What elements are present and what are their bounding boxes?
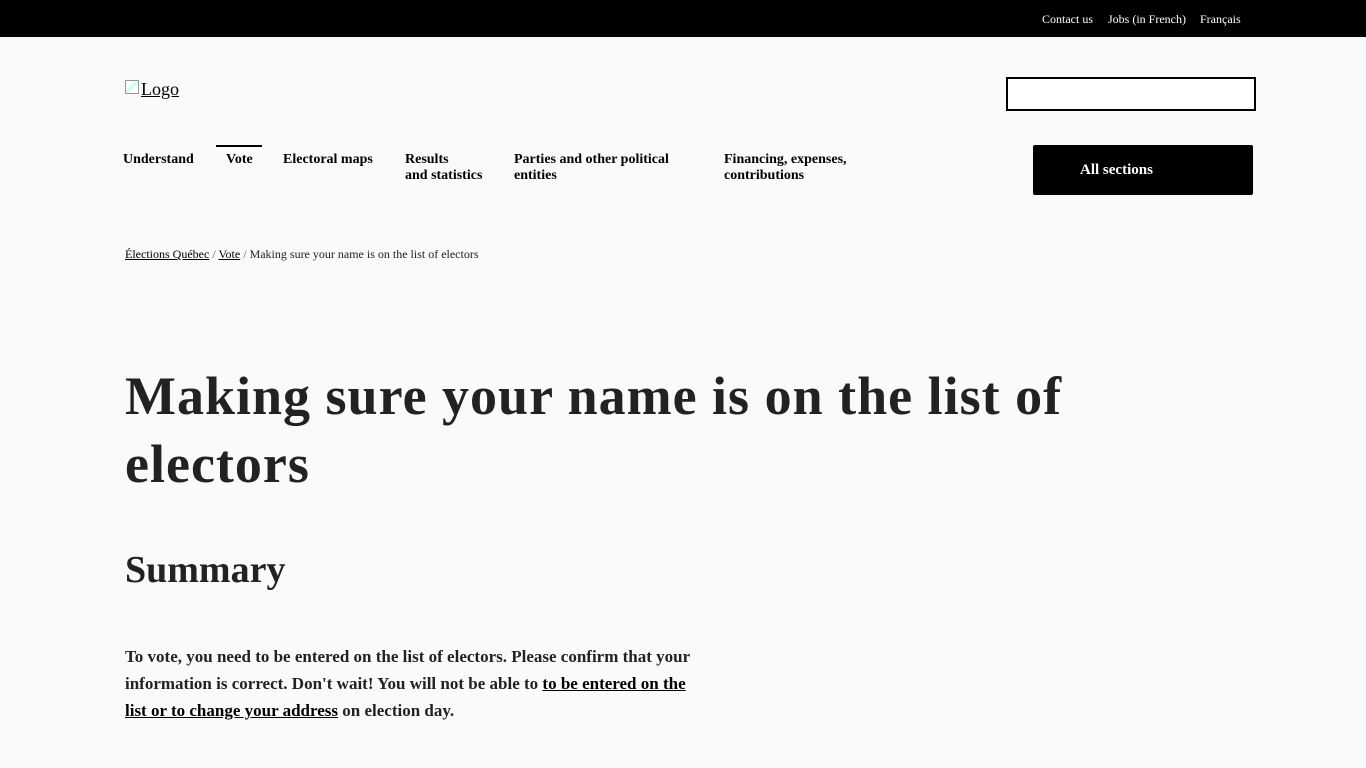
- breadcrumb-separator: /: [240, 247, 250, 261]
- breadcrumb: Élections Québec / Vote / Making sure yo…: [125, 247, 479, 262]
- all-sections-button[interactable]: All sections: [1033, 145, 1253, 195]
- nav-item-label: Parties and other political: [514, 152, 669, 167]
- site-logo-link[interactable]: Logo: [125, 79, 179, 100]
- search-input[interactable]: [1006, 77, 1256, 111]
- nav-item-label: Electoral maps: [283, 152, 373, 167]
- nav-item-label: Vote: [226, 152, 253, 167]
- nav-item-financing[interactable]: Financing, expenses, contributions: [724, 152, 847, 184]
- nav-item-understand[interactable]: Understand: [123, 152, 194, 168]
- broken-image-icon: [125, 80, 139, 94]
- nav-item-vote[interactable]: Vote: [216, 145, 262, 168]
- summary-heading: Summary: [125, 549, 286, 591]
- summary-text-end: on election day.: [338, 701, 455, 720]
- nav-item-parties[interactable]: Parties and other political entities: [514, 152, 669, 184]
- nav-item-label: Financing, expenses,: [724, 152, 847, 167]
- breadcrumb-link-vote[interactable]: Vote: [218, 247, 240, 261]
- nav-item-label: Results: [405, 152, 449, 167]
- breadcrumb-link-home[interactable]: Élections Québec: [125, 247, 209, 261]
- jobs-link[interactable]: Jobs (in French): [1108, 12, 1186, 27]
- nav-item-label-line2: entities: [514, 168, 557, 183]
- logo-alt-text: Logo: [141, 79, 179, 99]
- breadcrumb-current: Making sure your name is on the list of …: [249, 247, 479, 261]
- contact-us-link[interactable]: Contact us: [1042, 12, 1093, 27]
- nav-item-electoral-maps[interactable]: Electoral maps: [283, 152, 373, 168]
- nav-item-label: Understand: [123, 152, 194, 167]
- top-utility-bar: Contact us Jobs (in French) Français: [0, 0, 1366, 37]
- nav-item-label-line2: contributions: [724, 168, 805, 183]
- nav-item-results[interactable]: Results and statistics: [405, 152, 482, 184]
- summary-paragraph: To vote, you need to be entered on the l…: [125, 643, 705, 724]
- page-title: Making sure your name is on the list of …: [125, 366, 1063, 494]
- nav-item-label-line2: and statistics: [405, 168, 483, 183]
- language-toggle-link[interactable]: Français: [1200, 12, 1241, 27]
